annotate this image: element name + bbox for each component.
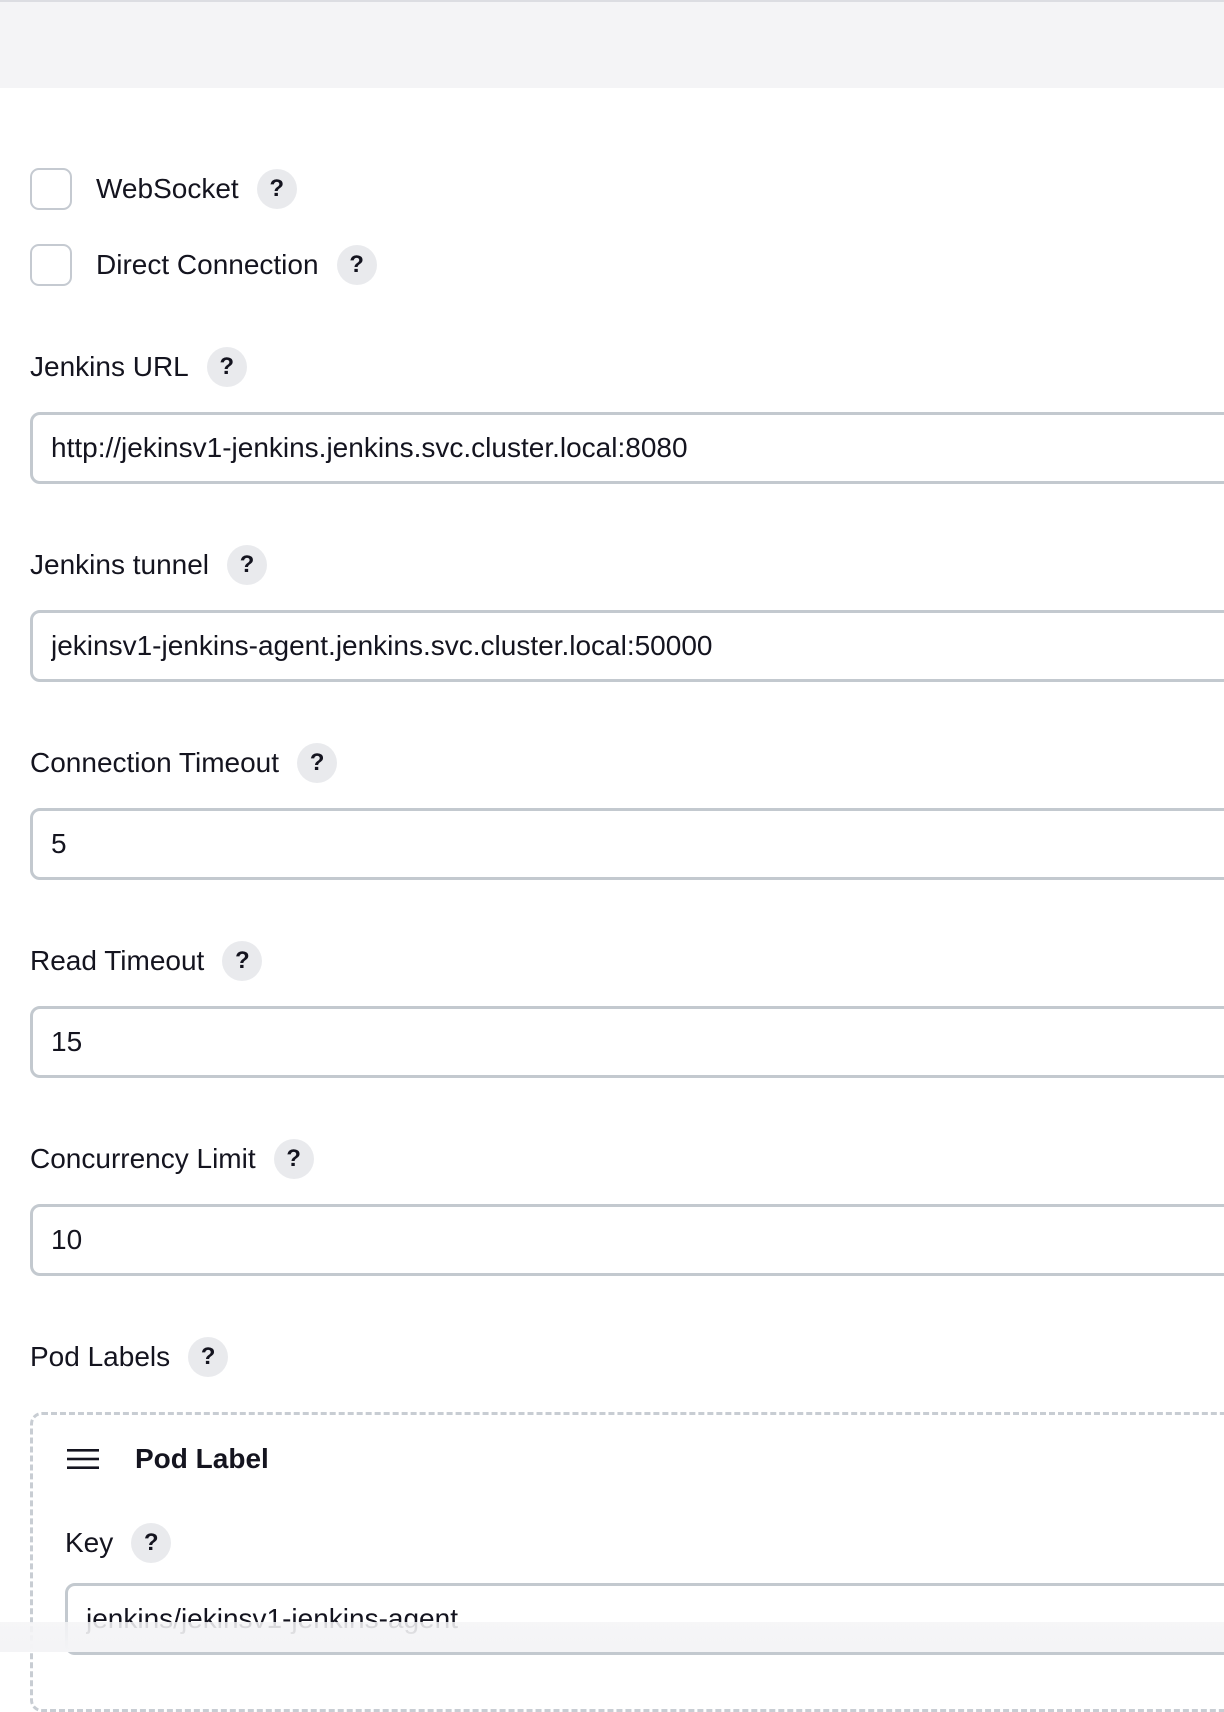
- concurrency-limit-label: Concurrency Limit: [30, 1143, 256, 1174]
- pod-label-title: Pod Label: [135, 1443, 269, 1474]
- form-content: WebSocket ? Direct Connection ? Jenkins …: [0, 0, 1224, 1712]
- jenkins-url-help-icon[interactable]: ?: [206, 347, 247, 387]
- pod-labels-label: Pod Labels: [30, 1341, 171, 1372]
- direct-connection-label[interactable]: Direct Connection: [96, 249, 319, 281]
- websocket-label[interactable]: WebSocket: [96, 173, 239, 205]
- jenkins-url-label: Jenkins URL: [30, 351, 189, 382]
- connection-timeout-label: Connection Timeout: [30, 747, 280, 778]
- jenkins-url-input[interactable]: [30, 412, 1224, 484]
- bottom-bar: [0, 1622, 1224, 1652]
- pod-label-key-help-icon[interactable]: ?: [131, 1523, 172, 1563]
- jenkins-tunnel-label-row: Jenkins tunnel ?: [30, 543, 268, 587]
- pod-labels-label-row: Pod Labels ?: [30, 1335, 229, 1379]
- concurrency-limit-label-row: Concurrency Limit ?: [30, 1137, 314, 1181]
- read-timeout-label-row: Read Timeout ?: [30, 939, 263, 983]
- jenkins-tunnel-label: Jenkins tunnel: [30, 549, 210, 580]
- websocket-checkbox[interactable]: [30, 168, 72, 210]
- pod-label-header: Pod Label: [67, 1437, 269, 1481]
- read-timeout-input[interactable]: [30, 1006, 1224, 1078]
- websocket-option: WebSocket ?: [30, 167, 297, 211]
- connection-timeout-help-icon[interactable]: ?: [297, 743, 338, 783]
- connection-timeout-input[interactable]: [30, 808, 1224, 880]
- jenkins-url-label-row: Jenkins URL ?: [30, 345, 247, 389]
- pod-labels-help-icon[interactable]: ?: [188, 1337, 229, 1377]
- read-timeout-help-icon[interactable]: ?: [222, 941, 263, 981]
- direct-connection-help-icon[interactable]: ?: [336, 245, 377, 285]
- websocket-help-icon[interactable]: ?: [256, 169, 297, 209]
- drag-handle-icon[interactable]: [67, 1449, 99, 1469]
- concurrency-limit-help-icon[interactable]: ?: [273, 1139, 314, 1179]
- read-timeout-label: Read Timeout: [30, 945, 205, 976]
- jenkins-tunnel-help-icon[interactable]: ?: [227, 545, 268, 585]
- pod-label-key-label-row: Key ?: [65, 1521, 172, 1565]
- pod-label-item: Pod Label Key ?: [30, 1412, 1224, 1712]
- pod-label-key-label: Key: [65, 1527, 114, 1558]
- direct-connection-checkbox[interactable]: [30, 244, 72, 286]
- concurrency-limit-input[interactable]: [30, 1204, 1224, 1276]
- direct-connection-option: Direct Connection ?: [30, 243, 377, 287]
- connection-timeout-label-row: Connection Timeout ?: [30, 741, 338, 785]
- jenkins-tunnel-input[interactable]: [30, 610, 1224, 682]
